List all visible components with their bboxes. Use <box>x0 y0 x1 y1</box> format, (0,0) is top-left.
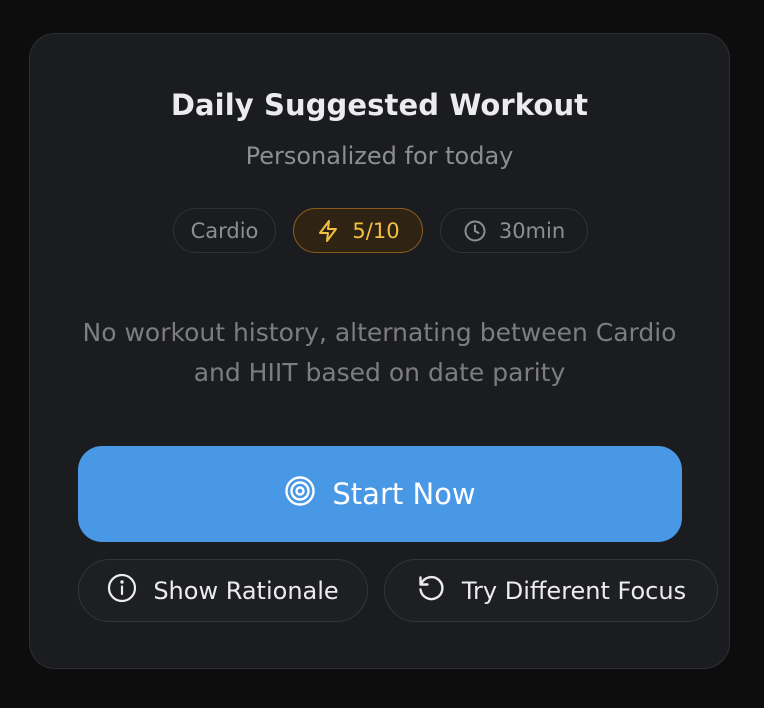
start-now-label: Start Now <box>332 477 476 511</box>
try-different-focus-button[interactable]: Try Different Focus <box>384 559 718 622</box>
intensity-label: 5/10 <box>352 218 400 243</box>
card-title: Daily Suggested Workout <box>170 88 589 122</box>
workout-type-label: Cardio <box>190 218 259 243</box>
workout-type-chip: Cardio <box>173 208 276 253</box>
start-now-button[interactable]: Start Now <box>78 446 682 542</box>
duration-label: 30min <box>498 218 566 243</box>
intensity-chip: 5/10 <box>293 208 423 253</box>
try-different-focus-label: Try Different Focus <box>461 576 687 605</box>
card-subtitle: Personalized for today <box>245 142 514 170</box>
show-rationale-button[interactable]: Show Rationale <box>78 559 368 622</box>
duration-chip: 30min <box>440 208 588 253</box>
clock-icon <box>463 219 487 243</box>
target-icon <box>284 475 316 514</box>
show-rationale-label: Show Rationale <box>153 576 339 605</box>
rationale-text: No workout history, alternating between … <box>82 318 677 387</box>
lightning-bolt-icon <box>316 219 340 243</box>
refresh-icon <box>416 573 446 609</box>
info-icon <box>107 573 137 609</box>
workout-card: Daily Suggested Workout Personalized for… <box>29 33 730 669</box>
